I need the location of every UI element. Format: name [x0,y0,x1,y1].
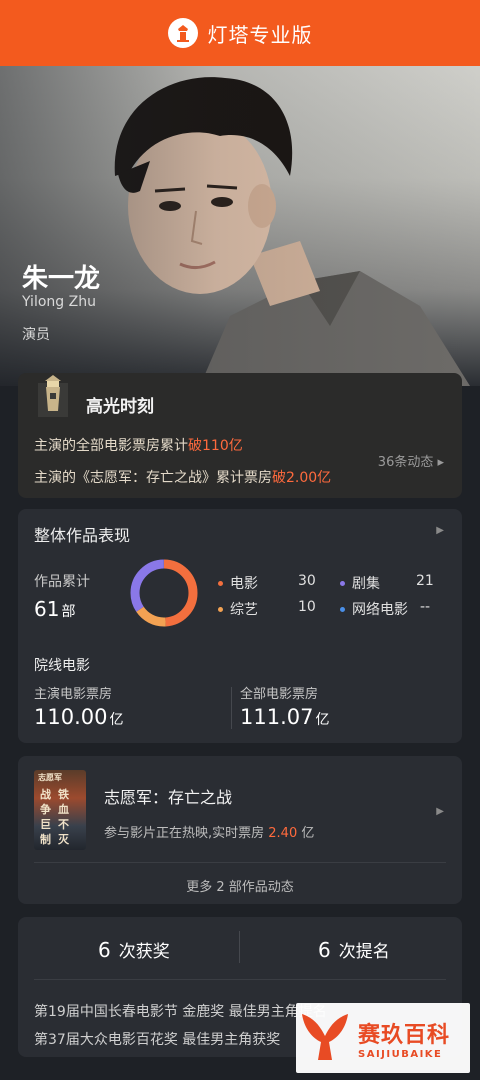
award-item: 第19届中国长春电影节 金鹿奖 最佳男主角提名 [34,1004,327,1020]
works-total-label: 作品累计 [34,574,90,590]
lighthouse-badge-icon [38,375,68,417]
award-item: 第37届大众电影百花奖 最佳男主角获奖 [34,1032,281,1048]
profile-hero: 朱一龙 Yilong Zhu 演员 [0,66,480,386]
actor-role: 演员 [22,327,50,343]
highlight-item: 主演的《志愿军：存亡之战》累计票房破2.00亿 [34,470,332,486]
lead-box-office-label: 主演电影票房 [34,687,113,702]
all-box-office-label: 全部电影票房 [240,687,319,702]
movie-poster[interactable]: 志愿军 战 铁 争 血 巨 不 制 灭 [34,770,86,850]
highlights-title: 高光时刻 [86,396,154,417]
legend-movies: 电影 [218,573,258,593]
cinema-movies-title: 院线电影 [34,658,90,674]
legend-series: 剧集 [340,573,380,593]
chevron-right-icon[interactable]: ▶ [436,525,444,536]
watermark-logo: 赛玖百科 SAIJIUBAIKE [296,1003,470,1073]
awards-count[interactable]: 6 次获奖 [98,937,170,962]
whale-tail-logo-icon [302,1014,348,1060]
actor-name: 朱一龙 [22,264,101,294]
lighthouse-logo-icon [167,18,198,48]
more-updates-link[interactable]: 36条动态 ▸ [378,451,444,470]
movie-title: 志愿军：存亡之战 [104,788,233,807]
works-donut-chart [130,559,198,627]
highlights-card[interactable]: 高光时刻 主演的全部电影票房累计破110亿 主演的《志愿军：存亡之战》累计票房破… [18,373,462,498]
legend-movies-value: 30 [298,573,316,589]
current-movie-card[interactable]: 志愿军 战 铁 争 血 巨 不 制 灭 志愿军：存亡之战 参与影片正在热映,实时… [18,756,462,904]
highlight-item: 主演的全部电影票房累计破110亿 [34,438,243,454]
overall-title: 整体作品表现 [34,526,131,545]
overall-performance-card[interactable]: 整体作品表现 ▶ 作品累计 61 部 电影 30 剧集 21 综艺 10 网络电影… [18,509,462,743]
movie-status: 参与影片正在热映,实时票房 2.40 亿 [104,826,315,841]
nominations-count[interactable]: 6 次提名 [318,937,390,962]
legend-variety-value: 10 [298,599,316,615]
app-header: 灯塔专业版 [0,0,480,66]
legend-web-movies: 网络电影 [340,599,408,619]
actor-name-en: Yilong Zhu [22,294,96,310]
chevron-right-icon[interactable]: ▶ [436,806,444,817]
all-box-office-value: 111.07 亿 [240,705,330,729]
legend-series-value: 21 [416,573,434,589]
works-total-value: 61 部 [34,597,76,621]
legend-web-movies-value: -- [420,599,431,615]
more-works-link[interactable]: 更多 2 部作品动态 [18,876,462,895]
legend-variety: 综艺 [218,599,258,619]
lead-box-office-value: 110.00 亿 [34,705,124,729]
app-title: 灯塔专业版 [207,22,313,47]
